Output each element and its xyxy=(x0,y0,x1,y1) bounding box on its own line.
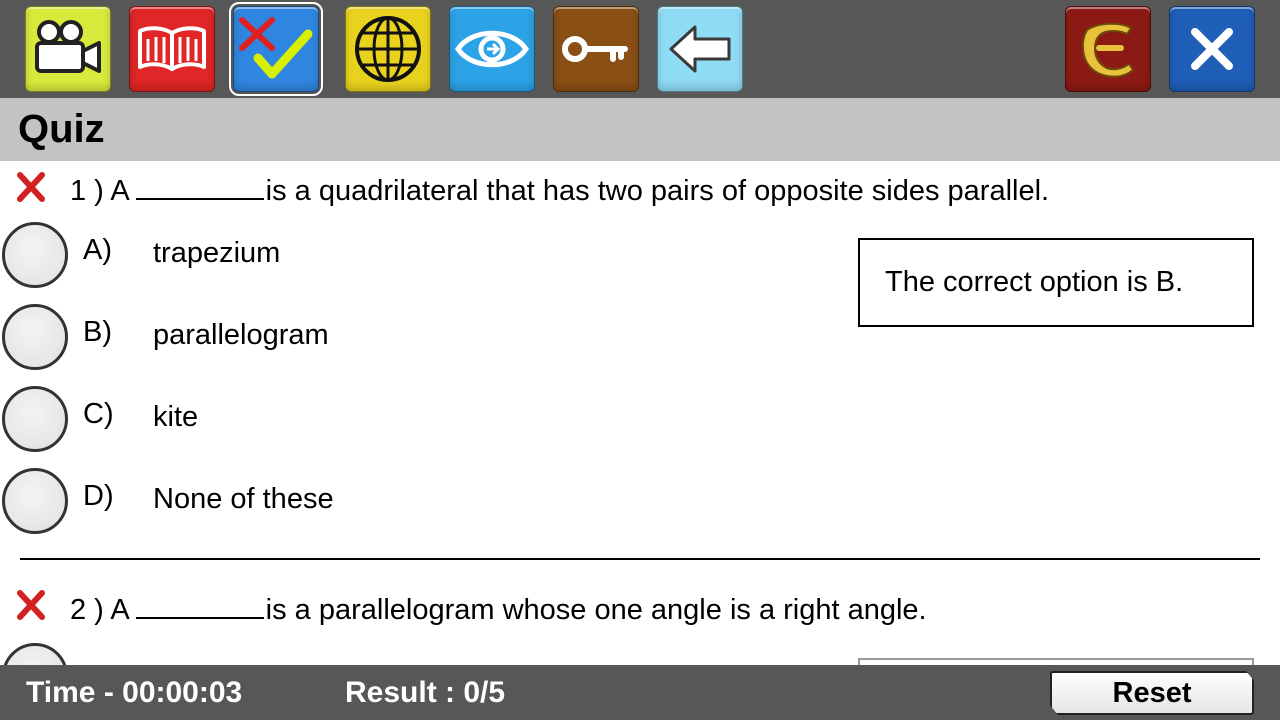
wrong-x-icon xyxy=(17,172,45,202)
page-title: Quiz xyxy=(18,107,105,151)
brand-logo-button[interactable] xyxy=(1065,6,1151,92)
option-a[interactable]: A) trapezium xyxy=(0,222,560,292)
option-c[interactable]: C) kite xyxy=(0,386,560,456)
option-letter: B) xyxy=(83,316,112,348)
radio-button[interactable] xyxy=(2,643,68,665)
top-toolbar xyxy=(0,0,1280,98)
result-score: Result : 0/5 xyxy=(345,676,506,709)
key-icon xyxy=(562,36,628,62)
view-button[interactable] xyxy=(449,6,535,92)
radio-button[interactable] xyxy=(2,222,68,288)
option-text[interactable]: None of these xyxy=(153,482,334,516)
question-prefix: A xyxy=(110,175,130,207)
key-button[interactable] xyxy=(553,6,639,92)
option-letter: C) xyxy=(83,398,114,430)
video-button[interactable] xyxy=(25,6,111,92)
radio-button[interactable] xyxy=(2,468,68,534)
question-number: 1 ) xyxy=(70,175,104,207)
answer-blank xyxy=(135,593,264,619)
book-button[interactable] xyxy=(129,6,215,92)
option-text[interactable]: parallelogram xyxy=(153,318,329,352)
question-prefix: A xyxy=(110,594,130,626)
question-text: 1 ) Ais a quadrilateral that has two pai… xyxy=(70,174,1049,208)
radio-button[interactable] xyxy=(2,386,68,452)
question-suffix: is a parallelogram whose one angle is a … xyxy=(265,594,927,626)
globe-button[interactable] xyxy=(345,6,431,92)
radio-button[interactable] xyxy=(2,304,68,370)
wrong-x-icon xyxy=(17,590,45,620)
quiz-check-icon xyxy=(239,17,313,79)
question-text: 2 ) Ais a parallelogram whose one angle … xyxy=(70,593,927,627)
question-divider xyxy=(20,558,1260,560)
back-arrow-icon xyxy=(669,25,731,73)
timer: Time - 00:00:03 xyxy=(26,676,243,709)
option-b[interactable]: B) parallelogram xyxy=(0,304,560,374)
globe-icon xyxy=(355,16,421,82)
option-text[interactable]: trapezium xyxy=(153,236,280,270)
quiz-button[interactable] xyxy=(229,2,323,96)
feedback-box xyxy=(858,658,1254,665)
answer-blank xyxy=(135,174,264,200)
question-suffix: is a quadrilateral that has two pairs of… xyxy=(265,175,1050,207)
option-d[interactable]: D) None of these xyxy=(0,468,560,538)
open-book-icon xyxy=(138,26,206,71)
option-a[interactable] xyxy=(0,643,560,665)
option-letter: D) xyxy=(83,480,114,512)
close-button[interactable] xyxy=(1169,6,1255,92)
video-camera-icon xyxy=(35,20,101,73)
eye-icon xyxy=(454,30,530,68)
close-icon xyxy=(1191,28,1233,70)
option-letter: A) xyxy=(83,234,112,266)
option-text[interactable]: kite xyxy=(153,400,198,434)
feedback-box: The correct option is B. xyxy=(858,238,1254,327)
status-bar: Time - 00:00:03 Result : 0/5 Reset xyxy=(0,665,1280,720)
back-button[interactable] xyxy=(657,6,743,92)
question-number: 2 ) xyxy=(70,594,104,626)
reset-button[interactable]: Reset xyxy=(1050,671,1254,715)
quiz-content[interactable]: 1 ) Ais a quadrilateral that has two pai… xyxy=(0,161,1280,665)
brand-logo-icon xyxy=(1081,22,1135,78)
title-bar: Quiz xyxy=(0,98,1280,161)
